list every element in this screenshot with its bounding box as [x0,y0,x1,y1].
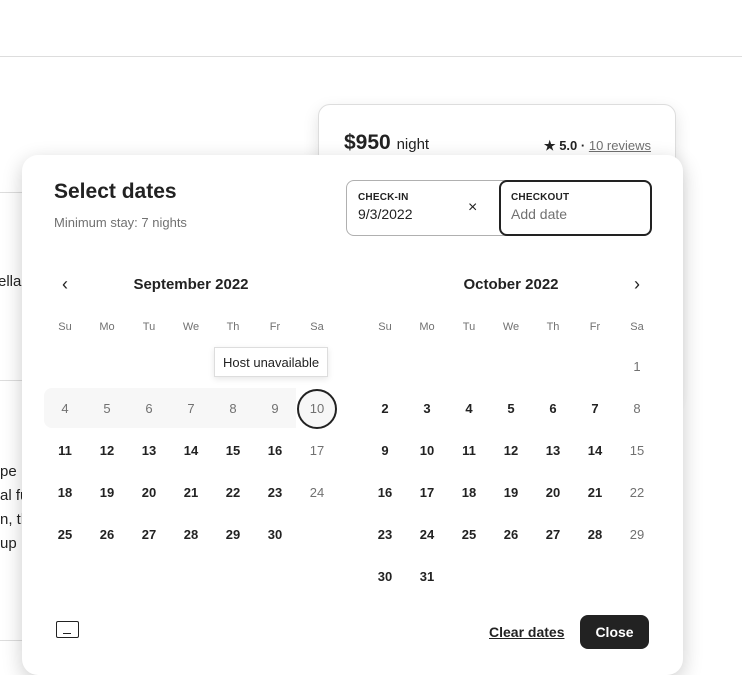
day-cell[interactable]: 9 [255,389,295,429]
date-fields: CHECK-IN 9/3/2022 × CHECKOUT Add date [346,180,652,236]
header-divider [0,56,742,57]
day-cell[interactable]: 19 [87,473,127,513]
day-cell[interactable]: 14 [171,431,211,471]
minimum-stay: Minimum stay: 7 nights [54,215,187,230]
weekday-label: Mo [419,321,435,333]
day-cell[interactable]: 12 [87,431,127,471]
checkout-label: CHECKOUT [511,192,570,203]
price: $950 night [344,131,430,154]
day-cell[interactable]: 26 [491,515,531,555]
day-cell[interactable]: 23 [365,515,405,555]
day-cell[interactable]: 4 [449,389,489,429]
bg-text: ella [0,273,22,290]
day-cell[interactable]: 23 [255,473,295,513]
day-cell[interactable]: 15 [213,431,253,471]
checkout-placeholder: Add date [511,206,568,222]
day-cell[interactable]: 29 [617,515,657,555]
day-cell[interactable]: 8 [213,389,253,429]
day-cell[interactable]: 3 [407,389,447,429]
day-cell[interactable]: 16 [365,473,405,513]
reviews-link[interactable]: 10 reviews [589,138,651,153]
day-cell[interactable]: 17 [407,473,447,513]
rating: ★ 5.0 · 10 reviews [543,138,651,153]
day-cell[interactable]: 4 [45,389,85,429]
day-cell[interactable]: 24 [297,473,337,513]
day-cell[interactable]: 12 [491,431,531,471]
day-cell[interactable]: 17 [297,431,337,471]
day-cell[interactable]: 6 [533,389,573,429]
weekday-label: Sa [310,321,324,333]
weekday-label: Su [378,321,392,333]
day-cell[interactable]: 26 [87,515,127,555]
day-cell[interactable]: 5 [491,389,531,429]
day-cell[interactable]: 14 [575,431,615,471]
star-icon: ★ [543,138,556,153]
tooltip: Host unavailable [214,347,329,377]
weekday-label: Th [546,321,560,333]
weekday-label: Sa [630,321,644,333]
day-cell[interactable]: 9 [365,431,405,471]
month-title: September 2022 [133,276,249,293]
weekday-label: We [502,321,520,333]
weekday-label: Th [226,321,240,333]
weekday-label: Tu [142,321,156,333]
day-cell[interactable]: 16 [255,431,295,471]
day-cell[interactable]: 7 [171,389,211,429]
day-cell[interactable]: 22 [213,473,253,513]
day-cell[interactable]: 21 [575,473,615,513]
day-cell[interactable]: 31 [407,557,447,597]
bg-text: up [0,535,17,552]
date-picker-popup: Select dates Minimum stay: 7 nights CHEC… [22,155,683,675]
weekday-label: Su [58,321,72,333]
close-button[interactable]: Close [580,615,649,649]
day-cell[interactable]: 13 [533,431,573,471]
day-cell[interactable]: 8 [617,389,657,429]
day-cell[interactable]: 15 [617,431,657,471]
weekday-label: Mo [99,321,115,333]
bg-text: pe [0,463,17,480]
day-cell[interactable]: 11 [449,431,489,471]
day-cell[interactable]: 5 [87,389,127,429]
day-cell[interactable]: 18 [449,473,489,513]
day-cell[interactable]: 20 [533,473,573,513]
month-title: October 2022 [463,276,559,293]
day-cell[interactable]: 27 [533,515,573,555]
day-cell[interactable]: 27 [129,515,169,555]
day-cell[interactable]: 10 [297,389,337,429]
day-cell[interactable]: 28 [575,515,615,555]
day-cell[interactable]: 29 [213,515,253,555]
day-cell[interactable]: 21 [171,473,211,513]
day-cell[interactable]: 24 [407,515,447,555]
day-cell[interactable]: 10 [407,431,447,471]
day-cell[interactable]: 30 [365,557,405,597]
weekday-label: Fr [269,321,281,333]
checkin-field[interactable]: CHECK-IN 9/3/2022 × [347,181,499,235]
day-cell[interactable]: 25 [449,515,489,555]
keyboard-icon[interactable] [56,621,79,638]
day-cell[interactable]: 19 [491,473,531,513]
weekday-label: Tu [462,321,476,333]
day-cell[interactable]: 1 [617,347,657,387]
day-cell[interactable]: 25 [45,515,85,555]
day-cell[interactable]: 30 [255,515,295,555]
clear-checkin-icon[interactable]: × [468,199,477,217]
day-cell[interactable]: 13 [129,431,169,471]
day-cell[interactable]: 11 [45,431,85,471]
clear-dates-button[interactable]: Clear dates [489,624,564,640]
day-cell[interactable]: 2 [365,389,405,429]
day-cell[interactable]: 28 [171,515,211,555]
checkout-field[interactable]: CHECKOUT Add date [499,180,652,236]
weekday-label: We [182,321,200,333]
day-cell[interactable]: 22 [617,473,657,513]
picker-title: Select dates [54,180,177,203]
day-cell[interactable]: 18 [45,473,85,513]
weekday-label: Fr [589,321,601,333]
day-cell[interactable]: 6 [129,389,169,429]
day-cell[interactable]: 7 [575,389,615,429]
day-cell[interactable]: 20 [129,473,169,513]
